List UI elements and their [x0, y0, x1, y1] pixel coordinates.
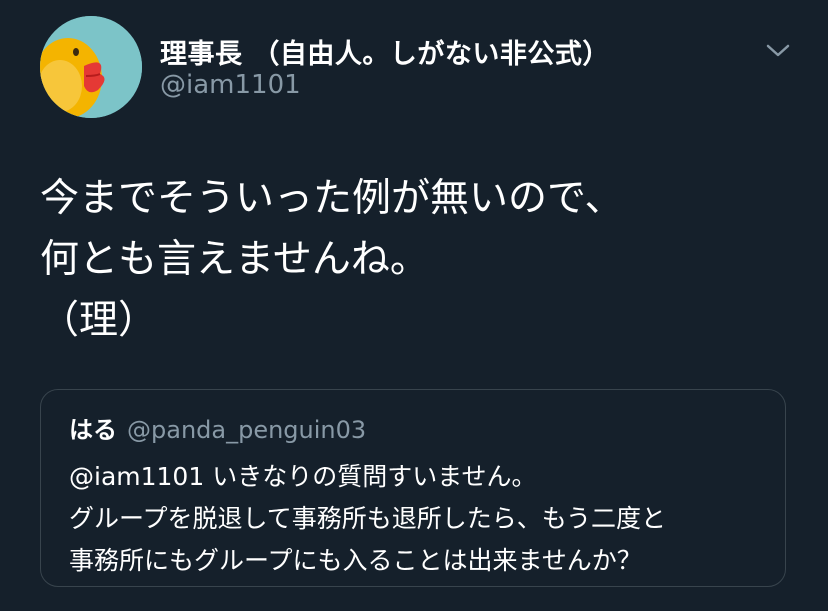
author-name[interactable]: 理事長 （自由人。しがない非公式） [160, 32, 610, 71]
quoted-author-handle: @panda_penguin03 [127, 416, 367, 444]
author-handle[interactable]: @iam1101 [160, 70, 301, 100]
tweet-text-line: 何とも言えませんね。 [40, 237, 429, 282]
tweet-text: 今までそういった例が無いので、 何とも言えませんね。 （理） [40, 168, 800, 351]
quoted-tweet-header: はる @panda_penguin03 [69, 410, 366, 445]
avatar[interactable] [40, 16, 142, 118]
quoted-tweet-text: @iam1101 いきなりの質問すいません。 グループを脱退して事務所も退所した… [69, 456, 666, 582]
quoted-tweet[interactable]: はる @panda_penguin03 @iam1101 いきなりの質問すいません… [40, 389, 786, 587]
tweet-text-line: 今までそういった例が無いので、 [40, 176, 624, 221]
tweet-text-line: （理） [40, 298, 158, 343]
chevron-down-icon[interactable] [764, 38, 792, 62]
quoted-text-line: @iam1101 いきなりの質問すいません。 [69, 462, 537, 491]
quoted-text-line: グループを脱退して事務所も退所したら、もう二度と [69, 504, 667, 533]
tweet-card: 理事長 （自由人。しがない非公式） @iam1101 今までそういった例が無いの… [0, 0, 828, 611]
quoted-author-name: はる [69, 416, 117, 444]
quoted-text-line: 事務所にもグループにも入ることは出来ませんか？ [69, 546, 642, 575]
rubber-duck-avatar-icon [40, 16, 142, 118]
